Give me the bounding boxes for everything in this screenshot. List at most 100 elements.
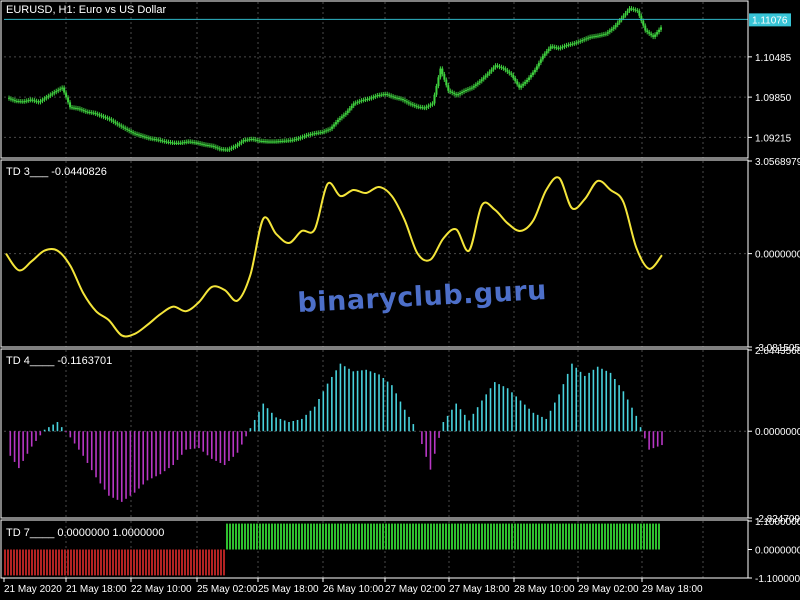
candle-body bbox=[147, 137, 150, 139]
candle-body bbox=[474, 84, 477, 87]
candle-body bbox=[596, 35, 599, 37]
candle-body bbox=[498, 66, 501, 68]
candle-body bbox=[315, 132, 318, 134]
candle-body bbox=[84, 110, 87, 112]
candle-body bbox=[185, 141, 188, 143]
candle-body bbox=[329, 128, 332, 130]
candle-body bbox=[311, 133, 314, 135]
candle-body bbox=[155, 139, 158, 141]
candle-body bbox=[581, 40, 584, 42]
candle-body bbox=[457, 94, 460, 96]
candle-body bbox=[569, 44, 572, 46]
candle-body bbox=[338, 118, 341, 120]
x-tick-label: 27 May 18:00 bbox=[449, 584, 510, 595]
candle-body bbox=[268, 141, 271, 143]
candle-body bbox=[591, 36, 594, 38]
candle-body bbox=[76, 108, 79, 110]
candle-body bbox=[411, 104, 414, 106]
candle-body bbox=[358, 101, 361, 103]
candle-body bbox=[67, 97, 70, 103]
td4-title: TD 4____ -0.1163701 bbox=[6, 355, 112, 367]
candle-body bbox=[17, 101, 20, 103]
candle-body bbox=[437, 77, 440, 87]
candle-body bbox=[419, 106, 422, 108]
candle-body bbox=[262, 141, 265, 143]
candle-body bbox=[652, 35, 655, 37]
candle-body bbox=[553, 46, 556, 48]
candle-body bbox=[57, 89, 60, 91]
candle-body bbox=[136, 133, 139, 135]
candle-body bbox=[362, 99, 365, 101]
y-tick-label: 1.10485 bbox=[755, 53, 792, 64]
candle-body bbox=[390, 95, 393, 97]
candle-body bbox=[197, 142, 200, 144]
candle-body bbox=[55, 90, 58, 93]
candle-body bbox=[175, 142, 178, 144]
candle-body bbox=[21, 101, 24, 103]
candle-body bbox=[463, 90, 466, 92]
x-tick-label: 29 May 18:00 bbox=[642, 584, 703, 595]
x-tick-label: 25 May 02:00 bbox=[197, 584, 258, 595]
candle-body bbox=[543, 53, 546, 56]
candle-body bbox=[372, 96, 375, 98]
symbol-title: EURUSD, H1: Euro vs US Dollar bbox=[6, 4, 166, 16]
candle-body bbox=[622, 15, 625, 18]
candle-body bbox=[595, 35, 598, 37]
candle-body bbox=[451, 91, 454, 93]
candle-body bbox=[427, 105, 430, 107]
candle-body bbox=[325, 130, 328, 132]
candle-body bbox=[80, 109, 83, 111]
candle-body bbox=[604, 33, 607, 35]
candle-body bbox=[512, 74, 515, 79]
candle-body bbox=[656, 32, 659, 35]
candle-body bbox=[313, 133, 316, 135]
candle-body bbox=[466, 89, 469, 91]
candle-body bbox=[589, 36, 592, 38]
x-tick-label: 29 May 02:00 bbox=[578, 584, 639, 595]
candle-body bbox=[624, 13, 627, 16]
trading-chart[interactable]: 1.10485 1.09850 1.09215 1.11076 EURUSD, H1: … bbox=[0, 0, 800, 600]
candle-body bbox=[598, 35, 601, 37]
candle-body bbox=[191, 141, 194, 143]
candle-body bbox=[303, 135, 306, 137]
candle-body bbox=[579, 40, 582, 42]
candle-body bbox=[522, 83, 525, 86]
candle-body bbox=[126, 128, 129, 130]
candle-body bbox=[45, 97, 48, 99]
candle-body bbox=[145, 137, 148, 139]
candle-body bbox=[297, 138, 300, 140]
candle-body bbox=[19, 101, 22, 103]
candle-body bbox=[520, 85, 523, 88]
candle-body bbox=[640, 15, 643, 21]
candle-body bbox=[561, 46, 564, 48]
candle-body bbox=[177, 142, 180, 144]
candle-body bbox=[269, 141, 272, 143]
candle-body bbox=[240, 141, 243, 144]
candle-body bbox=[254, 139, 257, 141]
candle-body bbox=[120, 125, 123, 127]
candle-body bbox=[281, 140, 284, 142]
candle-body bbox=[618, 20, 621, 23]
candle-body bbox=[256, 139, 259, 141]
candle-body bbox=[549, 46, 552, 49]
y-tick-label: 1.1000000 bbox=[755, 517, 800, 528]
candle-body bbox=[92, 112, 95, 114]
y-tick-label: 0.0000000 bbox=[755, 250, 800, 261]
candle-body bbox=[116, 123, 119, 125]
candle-body bbox=[459, 93, 462, 95]
candle-body bbox=[72, 107, 75, 109]
candle-body bbox=[236, 144, 239, 146]
candle-body bbox=[49, 94, 52, 96]
candle-body bbox=[63, 87, 66, 93]
candle-body bbox=[593, 36, 596, 38]
candle-body bbox=[317, 132, 320, 134]
candle-body bbox=[143, 136, 146, 138]
candle-body bbox=[9, 98, 12, 100]
candle-body bbox=[535, 66, 538, 70]
candle-body bbox=[470, 87, 473, 89]
candle-body bbox=[453, 93, 456, 95]
candle-body bbox=[61, 87, 64, 89]
candle-body bbox=[401, 99, 404, 101]
candle-body bbox=[496, 65, 499, 67]
candle-body bbox=[86, 111, 89, 113]
